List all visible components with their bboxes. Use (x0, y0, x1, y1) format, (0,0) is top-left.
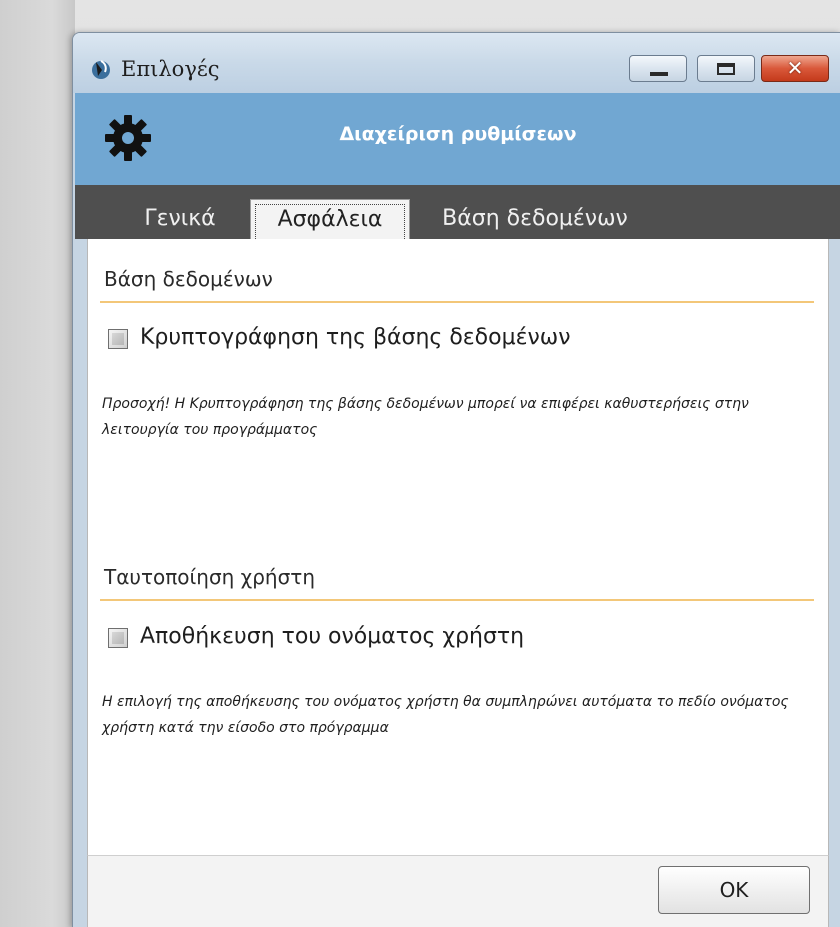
tab-focus-rect (255, 204, 405, 239)
minimize-button[interactable] (629, 55, 687, 82)
tab-general[interactable]: Γενικά (115, 199, 245, 239)
save-username-checkbox[interactable] (108, 628, 128, 648)
close-icon: ✕ (786, 56, 804, 80)
section-divider (100, 301, 814, 303)
close-button[interactable]: ✕ (761, 55, 829, 82)
dialog-footer: OK (87, 855, 829, 927)
save-username-label[interactable]: Αποθήκευση του ονόματος χρήστη (140, 624, 524, 649)
minimize-icon (650, 72, 668, 76)
encrypt-database-label[interactable]: Κρυπτογράφηση της βάσης δεδομένων (140, 325, 570, 350)
header-title: Διαχείριση ρυθμίσεων (339, 123, 577, 145)
auth-section-title: Ταυτοποίηση χρήστη (104, 565, 315, 589)
title-bar[interactable]: Επιλογές ✕ (73, 33, 840, 93)
tab-security[interactable]: Ασφάλεια (250, 199, 410, 239)
database-section-title: Βάση δεδομένων (104, 267, 273, 291)
settings-header: Διαχείριση ρυθμίσεων (75, 93, 840, 185)
security-tab-panel: Βάση δεδομένων Κρυπτογράφηση της βάσης δ… (87, 239, 829, 855)
maximize-button[interactable] (697, 55, 755, 82)
app-icon (92, 60, 110, 79)
save-username-note: Η επιλογή της αποθήκευσης του ονόματος χ… (102, 694, 789, 736)
section-divider (100, 599, 814, 601)
ok-button[interactable]: OK (658, 866, 810, 914)
encrypt-database-checkbox[interactable] (108, 329, 128, 349)
tab-strip: Γενικά Ασφάλεια Βάση δεδομένων (75, 185, 840, 239)
window-title: Επιλογές (121, 57, 220, 81)
tab-database[interactable]: Βάση δεδομένων (430, 199, 640, 239)
maximize-icon (717, 63, 735, 75)
encryption-warning-note: Προσοχή! Η Κρυπτογράφηση της βάσης δεδομ… (102, 396, 749, 438)
options-window: Επιλογές ✕ Διαχείριση ρυθμίσεων Γενικά Α… (72, 32, 840, 927)
desktop-background (0, 0, 75, 927)
